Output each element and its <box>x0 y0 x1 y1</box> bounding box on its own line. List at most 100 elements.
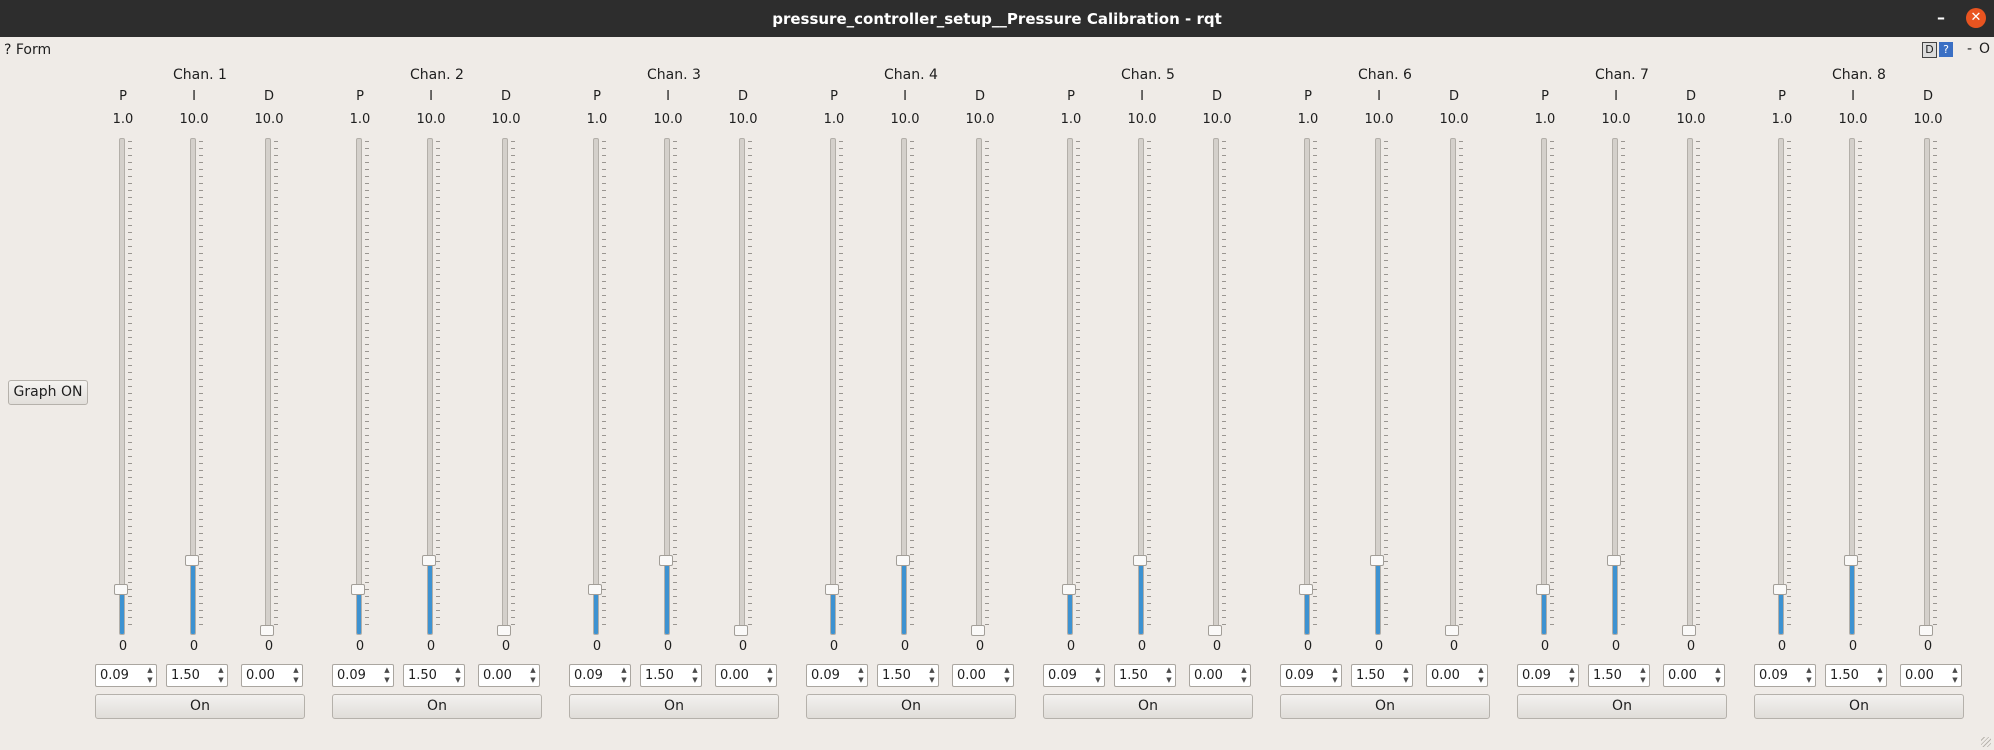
channel-on-button[interactable]: On <box>1517 694 1727 719</box>
spinbox-i[interactable]: 1.50 ▲ ▼ <box>640 664 702 687</box>
spinbox-arrows-icon[interactable]: ▲ ▼ <box>855 665 867 686</box>
slider-track-d[interactable] <box>1450 138 1456 635</box>
slider-track-d[interactable] <box>1687 138 1693 635</box>
spinbox-arrows-icon[interactable]: ▲ ▼ <box>1803 665 1815 686</box>
channel-on-button[interactable]: On <box>332 694 542 719</box>
spinbox-i[interactable]: 1.50 ▲ ▼ <box>1114 664 1176 687</box>
spinbox-d[interactable]: 0.00 ▲ ▼ <box>952 664 1014 687</box>
channel-on-button[interactable]: On <box>806 694 1016 719</box>
slider-handle-d[interactable] <box>260 625 274 636</box>
spinbox-p[interactable]: 0.09 ▲ ▼ <box>569 664 631 687</box>
slider-handle-i[interactable] <box>1607 555 1621 566</box>
slider-track-p[interactable] <box>1541 138 1547 635</box>
slider-track-p[interactable] <box>830 138 836 635</box>
slider-track-p[interactable] <box>1304 138 1310 635</box>
slider-track-d[interactable] <box>502 138 508 635</box>
spinbox-arrows-icon[interactable]: ▲ ▼ <box>290 665 302 686</box>
spinbox-d[interactable]: 0.00 ▲ ▼ <box>1189 664 1251 687</box>
spinbox-i[interactable]: 1.50 ▲ ▼ <box>1588 664 1650 687</box>
spinbox-i[interactable]: 1.50 ▲ ▼ <box>1825 664 1887 687</box>
slider-track-p[interactable] <box>356 138 362 635</box>
spinbox-arrows-icon[interactable]: ▲ ▼ <box>1329 665 1341 686</box>
spinbox-d[interactable]: 0.00 ▲ ▼ <box>1900 664 1962 687</box>
slider-track-d[interactable] <box>739 138 745 635</box>
slider-handle-p[interactable] <box>588 584 602 595</box>
resize-grip[interactable] <box>1981 737 1991 747</box>
slider-track-p[interactable] <box>119 138 125 635</box>
spinbox-p[interactable]: 0.09 ▲ ▼ <box>1517 664 1579 687</box>
spinbox-i[interactable]: 1.50 ▲ ▼ <box>1351 664 1413 687</box>
slider-track-d[interactable] <box>265 138 271 635</box>
spinbox-arrows-icon[interactable]: ▲ ▼ <box>144 665 156 686</box>
slider-handle-d[interactable] <box>971 625 985 636</box>
slider-handle-d[interactable] <box>1919 625 1933 636</box>
spinbox-arrows-icon[interactable]: ▲ ▼ <box>527 665 539 686</box>
spinbox-arrows-icon[interactable]: ▲ ▼ <box>1238 665 1250 686</box>
close-button[interactable]: ✕ <box>1966 8 1986 28</box>
spinbox-p[interactable]: 0.09 ▲ ▼ <box>95 664 157 687</box>
slider-handle-p[interactable] <box>1773 584 1787 595</box>
slider-handle-d[interactable] <box>734 625 748 636</box>
spinbox-p[interactable]: 0.09 ▲ ▼ <box>806 664 868 687</box>
minimize-plugin-button[interactable]: - <box>1967 41 1972 57</box>
slider-track-p[interactable] <box>1778 138 1784 635</box>
slider-handle-d[interactable] <box>1445 625 1459 636</box>
spinbox-i[interactable]: 1.50 ▲ ▼ <box>403 664 465 687</box>
spinbox-p[interactable]: 0.09 ▲ ▼ <box>332 664 394 687</box>
spinbox-arrows-icon[interactable]: ▲ ▼ <box>618 665 630 686</box>
spinbox-i[interactable]: 1.50 ▲ ▼ <box>166 664 228 687</box>
slider-handle-p[interactable] <box>1062 584 1076 595</box>
spinbox-p[interactable]: 0.09 ▲ ▼ <box>1754 664 1816 687</box>
slider-handle-i[interactable] <box>1370 555 1384 566</box>
spinbox-arrows-icon[interactable]: ▲ ▼ <box>1475 665 1487 686</box>
spinbox-d[interactable]: 0.00 ▲ ▼ <box>241 664 303 687</box>
spinbox-arrows-icon[interactable]: ▲ ▼ <box>1001 665 1013 686</box>
slider-handle-p[interactable] <box>1536 584 1550 595</box>
slider-handle-d[interactable] <box>497 625 511 636</box>
spinbox-arrows-icon[interactable]: ▲ ▼ <box>1566 665 1578 686</box>
spinbox-p[interactable]: 0.09 ▲ ▼ <box>1043 664 1105 687</box>
slider-handle-i[interactable] <box>185 555 199 566</box>
slider-handle-i[interactable] <box>1844 555 1858 566</box>
dock-toggle-button[interactable]: D <box>1922 42 1937 58</box>
channel-on-button[interactable]: On <box>95 694 305 719</box>
slider-handle-d[interactable] <box>1682 625 1696 636</box>
spinbox-arrows-icon[interactable]: ▲ ▼ <box>1874 665 1886 686</box>
channel-on-button[interactable]: On <box>1280 694 1490 719</box>
channel-on-button[interactable]: On <box>1754 694 1964 719</box>
spinbox-d[interactable]: 0.00 ▲ ▼ <box>1663 664 1725 687</box>
slider-track-d[interactable] <box>976 138 982 635</box>
slider-track-p[interactable] <box>1067 138 1073 635</box>
spinbox-arrows-icon[interactable]: ▲ ▼ <box>1712 665 1724 686</box>
help-button[interactable]: ? <box>1939 42 1953 57</box>
graph-on-button[interactable]: Graph ON <box>8 380 88 405</box>
spinbox-i[interactable]: 1.50 ▲ ▼ <box>877 664 939 687</box>
float-plugin-button[interactable]: O <box>1979 41 1990 57</box>
spinbox-arrows-icon[interactable]: ▲ ▼ <box>1400 665 1412 686</box>
slider-handle-p[interactable] <box>825 584 839 595</box>
minimize-button[interactable]: – <box>1932 9 1950 27</box>
spinbox-arrows-icon[interactable]: ▲ ▼ <box>215 665 227 686</box>
spinbox-d[interactable]: 0.00 ▲ ▼ <box>715 664 777 687</box>
slider-track-p[interactable] <box>593 138 599 635</box>
slider-handle-i[interactable] <box>1133 555 1147 566</box>
spinbox-arrows-icon[interactable]: ▲ ▼ <box>381 665 393 686</box>
spinbox-d[interactable]: 0.00 ▲ ▼ <box>478 664 540 687</box>
spinbox-arrows-icon[interactable]: ▲ ▼ <box>1949 665 1961 686</box>
slider-handle-p[interactable] <box>351 584 365 595</box>
slider-handle-i[interactable] <box>659 555 673 566</box>
channel-on-button[interactable]: On <box>1043 694 1253 719</box>
spinbox-d[interactable]: 0.00 ▲ ▼ <box>1426 664 1488 687</box>
slider-track-d[interactable] <box>1924 138 1930 635</box>
slider-handle-i[interactable] <box>896 555 910 566</box>
slider-track-d[interactable] <box>1213 138 1219 635</box>
slider-handle-p[interactable] <box>114 584 128 595</box>
spinbox-arrows-icon[interactable]: ▲ ▼ <box>926 665 938 686</box>
spinbox-arrows-icon[interactable]: ▲ ▼ <box>1637 665 1649 686</box>
spinbox-arrows-icon[interactable]: ▲ ▼ <box>764 665 776 686</box>
spinbox-arrows-icon[interactable]: ▲ ▼ <box>689 665 701 686</box>
spinbox-p[interactable]: 0.09 ▲ ▼ <box>1280 664 1342 687</box>
slider-handle-d[interactable] <box>1208 625 1222 636</box>
spinbox-arrows-icon[interactable]: ▲ ▼ <box>1163 665 1175 686</box>
slider-handle-i[interactable] <box>422 555 436 566</box>
